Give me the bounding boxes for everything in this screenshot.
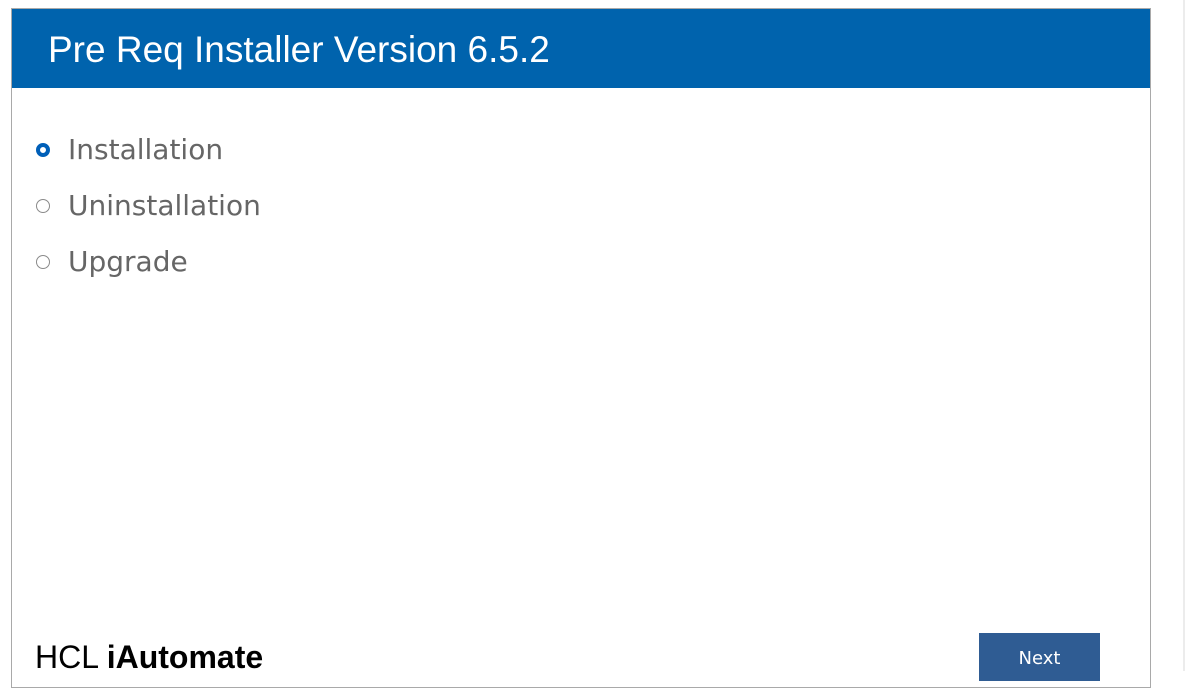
title-bar: Pre Req Installer Version 6.5.2 [12, 9, 1150, 88]
brand-name: iAutomate [106, 639, 264, 675]
brand-logo: HCL iAutomate [35, 638, 263, 676]
window-title: Pre Req Installer Version 6.5.2 [48, 29, 550, 70]
window-edge [1183, 0, 1185, 671]
uninstallation-radio[interactable] [36, 199, 50, 213]
installation-radio[interactable] [36, 143, 50, 157]
option-upgrade[interactable]: Upgrade [36, 234, 261, 290]
upgrade-radio[interactable] [36, 255, 50, 269]
option-label: Installation [68, 133, 224, 166]
action-options: Installation Uninstallation Upgrade [36, 122, 261, 290]
brand-prefix: HCL [35, 639, 98, 675]
option-label: Uninstallation [68, 189, 261, 222]
next-button[interactable]: Next [979, 633, 1100, 681]
option-installation[interactable]: Installation [36, 122, 261, 178]
option-label: Upgrade [68, 245, 188, 278]
installer-window: Pre Req Installer Version 6.5.2 Installa… [11, 8, 1151, 688]
option-uninstallation[interactable]: Uninstallation [36, 178, 261, 234]
